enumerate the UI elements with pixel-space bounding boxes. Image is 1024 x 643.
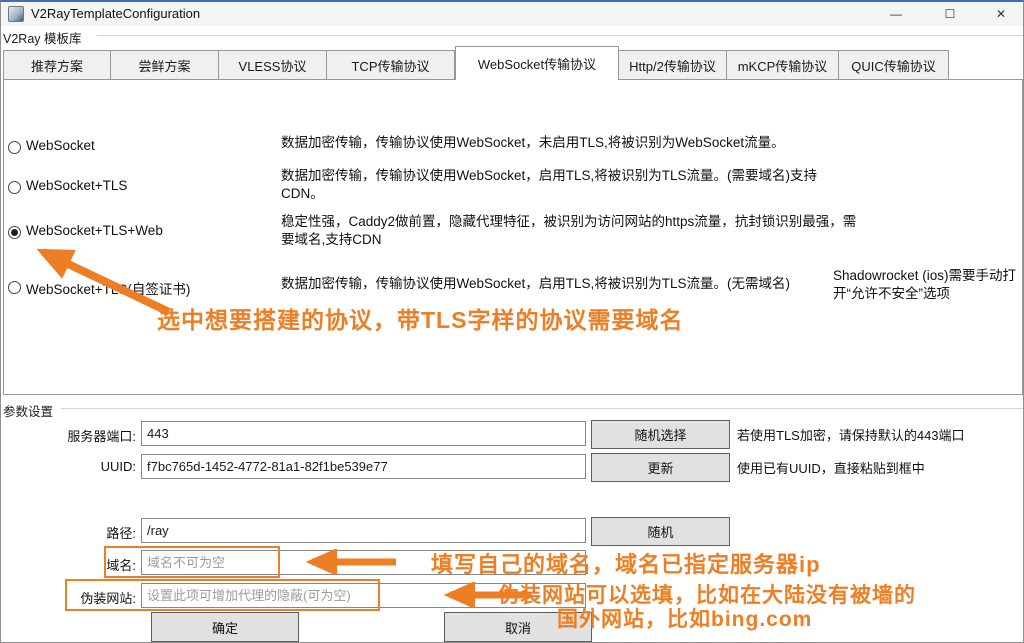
radio-websocket-label[interactable]: WebSocket <box>26 138 95 153</box>
title-bar: V2RayTemplateConfiguration — ☐ ✕ <box>1 2 1023 26</box>
websocket-tls-selfsigned-description: 数据加密传输，传输协议使用WebSocket，启用TLS,将被识别为TLS流量。… <box>281 275 859 293</box>
uuid-note: 使用已有UUID，直接粘贴到框中 <box>737 458 925 477</box>
ok-button[interactable]: 确定 <box>151 612 299 642</box>
update-uuid-button[interactable]: 更新 <box>591 453 730 482</box>
tab-tcp[interactable]: TCP传输协议 <box>327 50 455 80</box>
websocket-description: 数据加密传输，传输协议使用WebSocket，未启用TLS,将被识别为WebSo… <box>281 134 859 152</box>
template-group-line <box>97 35 1023 36</box>
radio-websocket-tls-label[interactable]: WebSocket+TLS <box>26 178 127 193</box>
websocket-tls-description: 数据加密传输，传输协议使用WebSocket，启用TLS,将被识别为TLS流量。… <box>281 167 859 203</box>
server-port-label: 服务器端口: <box>21 426 136 445</box>
domain-highlight-rect <box>104 546 280 578</box>
tab-http2[interactable]: Http/2传输协议 <box>619 50 727 80</box>
tab-mkcp[interactable]: mKCP传输协议 <box>727 50 839 80</box>
close-button[interactable]: ✕ <box>978 2 1024 26</box>
uuid-label: UUID: <box>21 459 136 474</box>
protocol-arrow-annotation <box>7 232 182 320</box>
window-title: V2RayTemplateConfiguration <box>31 6 200 21</box>
path-input[interactable] <box>141 518 586 543</box>
domain-tip-annotation: 填写自己的域名，域名已指定服务器ip <box>431 547 821 579</box>
radio-websocket[interactable] <box>8 141 21 154</box>
random-path-button[interactable]: 随机 <box>591 517 730 546</box>
shadowrocket-note: Shadowrocket (ios)需要手动打开“允许不安全”选项 <box>833 267 1024 303</box>
radio-websocket-tls[interactable] <box>8 181 21 194</box>
tab-websocket[interactable]: WebSocket传输协议 <box>455 46 619 80</box>
server-port-input[interactable] <box>141 421 586 446</box>
tab-recommended[interactable]: 推荐方案 <box>3 50 111 80</box>
websocket-tls-web-description: 稳定性强，Caddy2做前置，隐藏代理特征，被识别为访问网站的https流量，抗… <box>281 213 859 249</box>
app-icon <box>8 6 24 22</box>
minimize-button[interactable]: — <box>873 2 919 26</box>
template-group-label: V2Ray 模板库 <box>3 28 86 47</box>
uuid-input[interactable] <box>141 454 586 479</box>
app-window: V2RayTemplateConfiguration — ☐ ✕ V2Ray 模… <box>0 0 1024 643</box>
random-port-button[interactable]: 随机选择 <box>591 420 730 449</box>
tab-quic[interactable]: QUIC传输协议 <box>839 50 949 80</box>
params-group-label: 参数设置 <box>3 401 57 420</box>
params-group-line <box>61 408 1023 409</box>
port-note: 若使用TLS加密，请保持默认的443端口 <box>737 425 965 444</box>
protocol-tip-annotation: 选中想要搭建的协议，带TLS字样的协议需要域名 <box>157 301 683 335</box>
domain-arrow-annotation <box>284 549 402 575</box>
tab-strip: 推荐方案 尝鲜方案 VLESS协议 TCP传输协议 WebSocket传输协议 … <box>3 46 949 80</box>
maximize-button[interactable]: ☐ <box>927 2 973 26</box>
fake-site-tip-line2: 国外网站，比如bing.com <box>557 603 812 633</box>
tab-fresh[interactable]: 尝鲜方案 <box>111 50 219 80</box>
fake-site-highlight-rect <box>65 579 380 611</box>
path-label: 路径: <box>21 523 136 542</box>
tab-vless[interactable]: VLESS协议 <box>219 50 327 80</box>
